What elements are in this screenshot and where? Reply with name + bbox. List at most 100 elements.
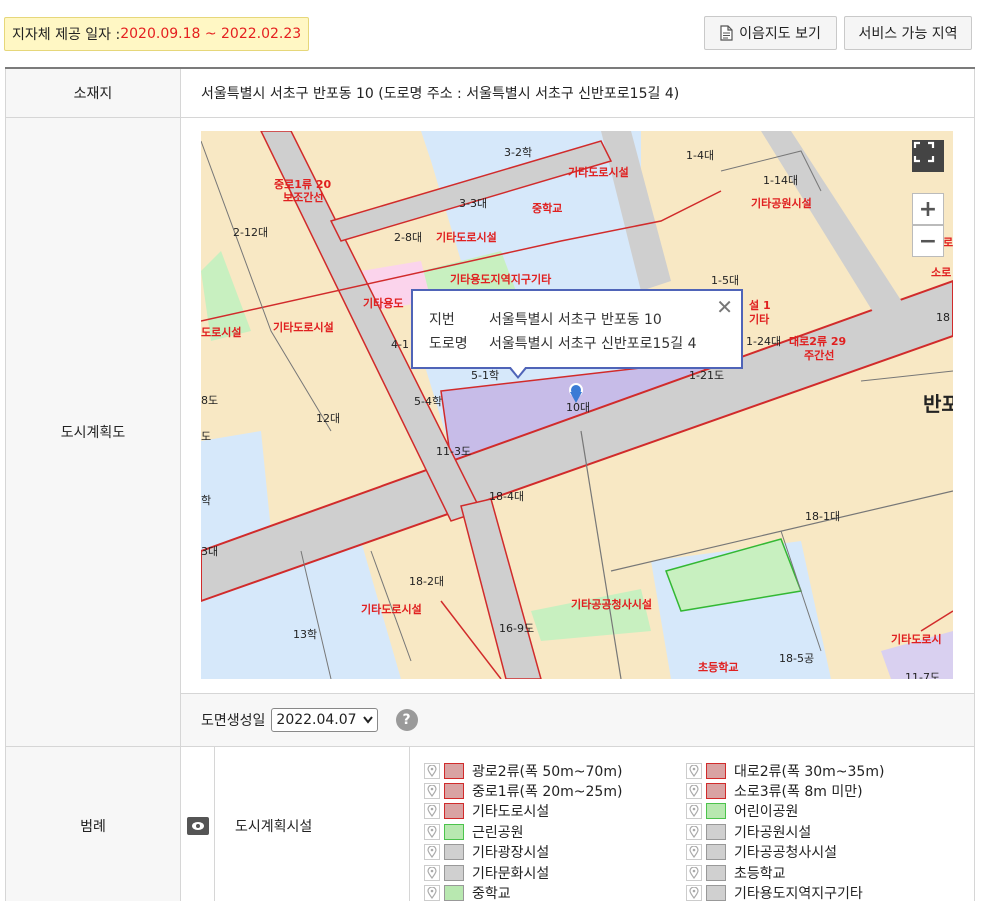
map-label: 설 1 (749, 298, 771, 312)
map-pin-icon[interactable] (424, 823, 440, 840)
popup-jibun-label: 지번 (429, 312, 455, 328)
legend-item-label: 광로2류(폭 50m~70m) (472, 763, 623, 780)
map-label: 기타도로시 (891, 632, 942, 646)
legend-item: 기타문화시설 (424, 862, 686, 882)
zoom-out-button[interactable]: − (912, 225, 944, 257)
map-label: 기타용도지역지구기타 (450, 272, 552, 286)
map-label: 도로시설 (201, 325, 241, 339)
plan-map-header: 도시계획도 (5, 116, 181, 747)
legend-item: 중학교 (424, 883, 686, 901)
legend-item: 근린공원 (424, 822, 686, 842)
document-icon (720, 25, 733, 41)
map-pin-icon[interactable] (424, 803, 440, 820)
map-label: 기타도로시설 (568, 165, 629, 179)
map-label: 학 (201, 494, 211, 507)
map-label: 기타도로시설 (361, 602, 422, 616)
map-label: 11-7도 (905, 671, 940, 679)
legend-list-cell: 광로2류(폭 50m~70m) 대로2류(폭 30m~35m) 중로1류(폭 20m… (408, 745, 976, 901)
legend-item-label: 근린공원 (472, 824, 524, 841)
help-icon[interactable]: ? (395, 708, 418, 731)
map-label: 기타도로시설 (436, 230, 497, 244)
map-label: 5-1학 (471, 369, 499, 382)
legend-item: 광로2류(폭 50m~70m) (424, 761, 686, 781)
map-pin-icon[interactable] (686, 885, 702, 901)
map-date-bar: 도면생성일 2022.04.07 ? (179, 692, 976, 747)
map-label: 1-5대 (711, 274, 739, 287)
map-label: 기타도로시설 (273, 320, 334, 334)
parcel-info-popup: 지번 서울특별시 서초구 반포동 10 도로명 서울특별시 서초구 신반포로15… (411, 289, 743, 369)
popup-close-icon[interactable]: ✕ (716, 297, 733, 317)
eye-icon[interactable] (186, 817, 209, 835)
view-eum-map-label: 이음지도 보기 (739, 26, 821, 42)
city-plan-map[interactable]: 3-2학 기타도로시설 1-4대 중로1류 20 보조간선 3-3대 중학교 1… (201, 131, 953, 679)
map-label: 주간선 (804, 348, 834, 362)
legend-swatch (444, 844, 464, 861)
map-label: 4-1 (391, 338, 409, 351)
map-pin-icon[interactable] (424, 762, 440, 779)
legend-item-label: 중학교 (472, 886, 511, 901)
map-pin-icon[interactable] (686, 823, 702, 840)
map-label: 18 (936, 311, 950, 324)
map-label: 11-3도 (436, 445, 471, 458)
legend-item-label: 소로3류(폭 8m 미만) (734, 784, 863, 801)
legend-swatch (706, 864, 726, 881)
legend-item-label: 기타광장시설 (472, 845, 550, 862)
map-pin-icon[interactable] (424, 864, 440, 881)
popup-tail-inner (510, 366, 526, 376)
legend-header: 범례 (5, 745, 181, 901)
map-pin-icon[interactable] (686, 844, 702, 861)
map-label: 18-5공 (779, 652, 814, 665)
map-label: 12대 (316, 412, 340, 425)
fullscreen-button[interactable] (912, 140, 944, 172)
legend-swatch (444, 783, 464, 800)
map-pin-icon[interactable] (686, 762, 702, 779)
map-label: 8도 (201, 394, 218, 407)
location-value: 서울특별시 서초구 반포동 10 (도로명 주소 : 서울특별시 서초구 신반포… (179, 67, 976, 118)
map-pin-icon[interactable] (424, 783, 440, 800)
legend-item-label: 어린이공원 (734, 804, 799, 821)
map-label: 기타 (749, 312, 770, 326)
zoom-in-button[interactable]: + (912, 193, 944, 225)
map-label: 5-4학 (414, 395, 442, 408)
location-header: 소재지 (5, 67, 181, 118)
legend-item-label: 기타공원시설 (734, 824, 812, 841)
map-label: 10대 (566, 401, 590, 414)
legend-swatch (444, 762, 464, 779)
legend-item: 대로2류(폭 30m~35m) (686, 761, 948, 781)
map-label: 반포 (923, 392, 953, 416)
popup-road-value: 서울특별시 서초구 신반포로15길 4 (489, 336, 697, 352)
legend-item: 기타도로시설 (424, 801, 686, 821)
legend-item-label: 기타공공청사시설 (734, 845, 838, 862)
map-pin-icon[interactable] (686, 783, 702, 800)
legend-swatch (706, 844, 726, 861)
legend-item: 중로1류(폭 20m~25m) (424, 781, 686, 801)
map-pin-icon[interactable] (686, 864, 702, 881)
legend-item-label: 중로1류(폭 20m~25m) (472, 784, 623, 801)
map-pin-icon[interactable] (686, 803, 702, 820)
map-label: 보조간선 (283, 190, 323, 204)
popup-jibun-value: 서울특별시 서초구 반포동 10 (489, 312, 662, 328)
map-label: 초등학교 (698, 660, 738, 674)
legend-swatch (706, 885, 726, 901)
map-pin-icon[interactable] (424, 885, 440, 901)
legend-item: 초등학교 (686, 862, 948, 882)
map-label: 2-12대 (233, 226, 268, 239)
legend-swatch (706, 823, 726, 840)
view-eum-map-button[interactable]: 이음지도 보기 (704, 16, 837, 50)
map-label: 기타공원시설 (751, 196, 812, 210)
legend-item-label: 대로2류(폭 30m~35m) (734, 763, 885, 780)
legend-swatch (706, 783, 726, 800)
map-date-selected: 2022.04.07 (276, 711, 357, 728)
legend-grid: 광로2류(폭 50m~70m) 대로2류(폭 30m~35m) 중로1류(폭 20m… (424, 761, 974, 901)
map-label: 18-2대 (409, 575, 444, 588)
map-date-select[interactable]: 2022.04.07 (271, 707, 378, 732)
service-area-button[interactable]: 서비스 가능 지역 (844, 16, 972, 50)
map-label: 소로 (931, 266, 951, 279)
map-label: 2-8대 (394, 231, 422, 244)
map-label: 1-24대 (746, 335, 781, 348)
map-pin-icon[interactable] (424, 844, 440, 861)
land-info-table: 소재지 서울특별시 서초구 반포동 10 (도로명 주소 : 서울특별시 서초구… (5, 67, 976, 901)
plan-map-canvas: 3-2학 기타도로시설 1-4대 중로1류 20 보조간선 3-3대 중학교 1… (201, 131, 953, 679)
legend-swatch (444, 823, 464, 840)
legend-swatch (444, 864, 464, 881)
